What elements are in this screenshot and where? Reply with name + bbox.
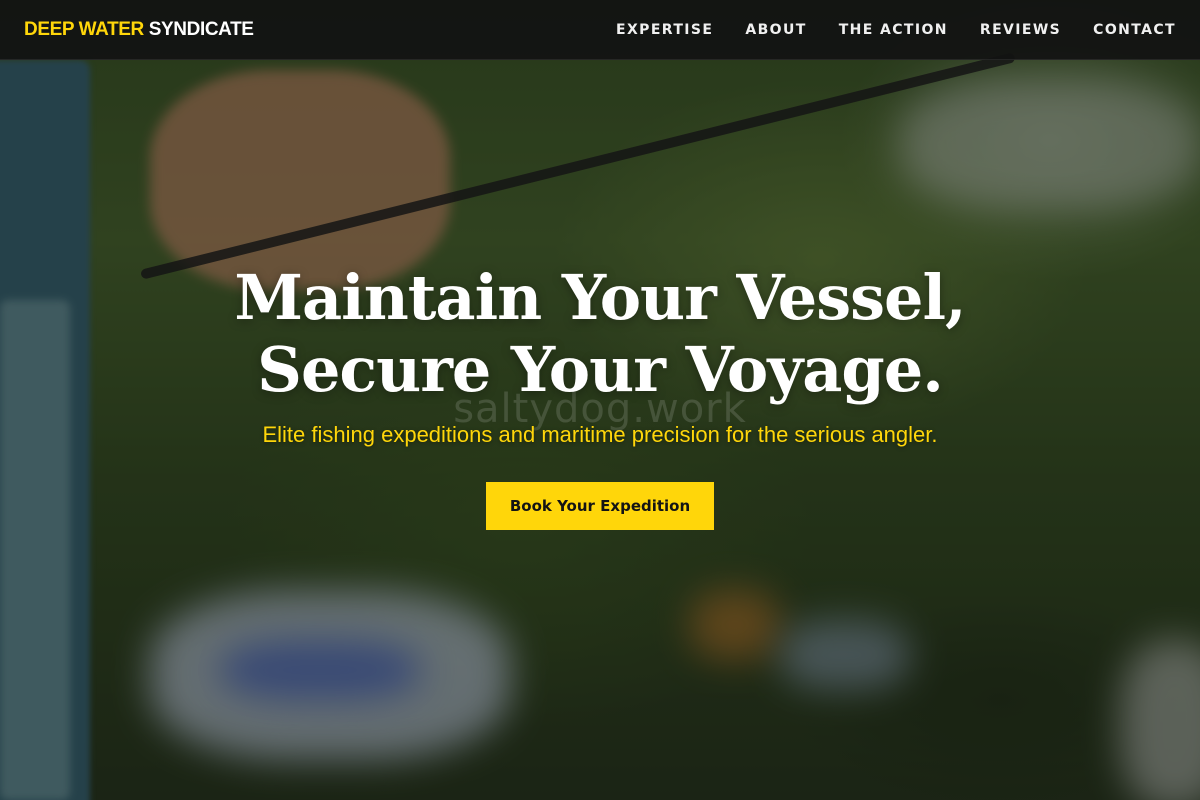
- top-navbar: DEEP WATER SYNDICATE EXPERTISE ABOUT THE…: [0, 0, 1200, 60]
- nav-item-about[interactable]: ABOUT: [745, 22, 806, 38]
- headline-line-1: Maintain Your Vessel,: [234, 261, 966, 334]
- headline-line-2: Secure Your Voyage.: [257, 333, 944, 406]
- brand-rest-text: SYNDICATE: [148, 18, 254, 40]
- nav-item-contact[interactable]: CONTACT: [1093, 22, 1176, 38]
- hero-subtitle: Elite fishing expeditions and maritime p…: [262, 422, 938, 447]
- nav-links: EXPERTISE ABOUT THE ACTION REVIEWS CONTA…: [616, 22, 1176, 38]
- nav-item-expertise[interactable]: EXPERTISE: [616, 22, 713, 38]
- brand-logo[interactable]: DEEP WATER SYNDICATE: [24, 19, 254, 41]
- book-expedition-button[interactable]: Book Your Expedition: [485, 482, 715, 530]
- nav-item-the-action[interactable]: THE ACTION: [839, 22, 948, 38]
- nav-item-reviews[interactable]: REVIEWS: [980, 22, 1061, 38]
- hero-content: Maintain Your Vessel, Secure Your Voyage…: [0, 262, 1200, 530]
- brand-accent-text: DEEP WATER: [24, 18, 144, 40]
- hero-headline: Maintain Your Vessel, Secure Your Voyage…: [0, 262, 1200, 406]
